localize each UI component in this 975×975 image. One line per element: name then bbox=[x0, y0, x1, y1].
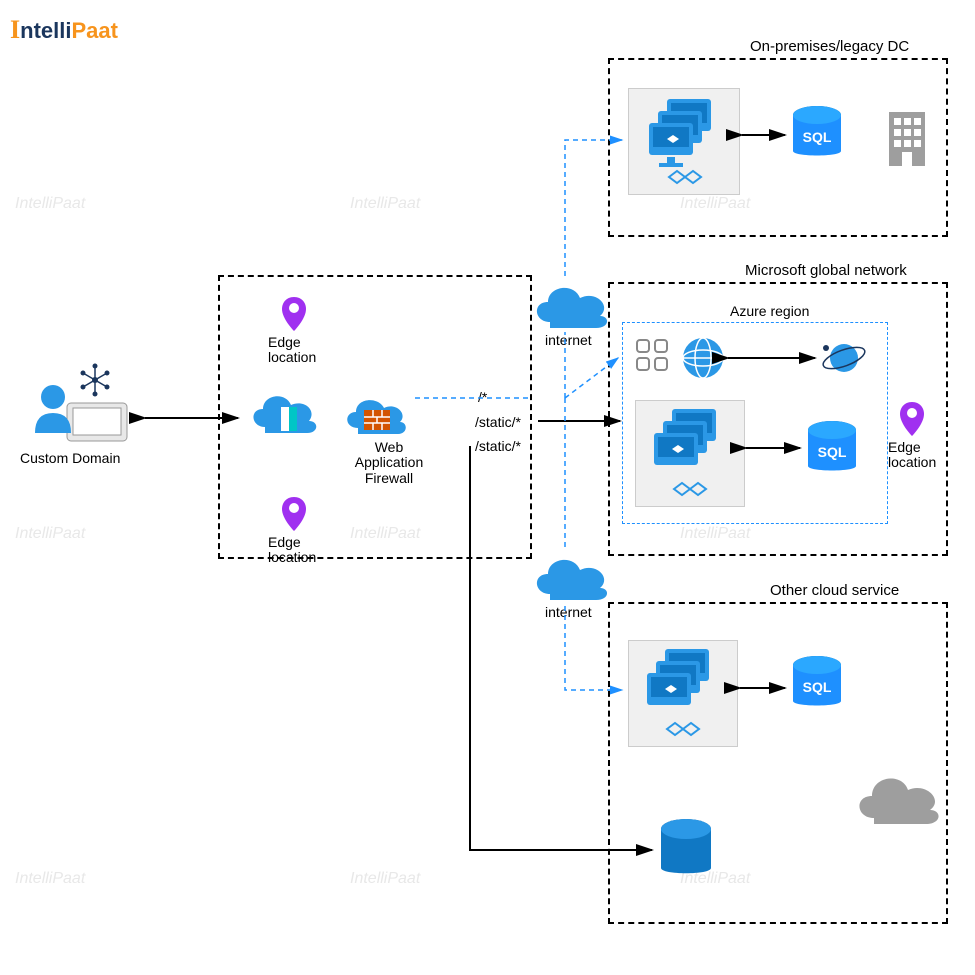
connectors bbox=[0, 0, 975, 975]
